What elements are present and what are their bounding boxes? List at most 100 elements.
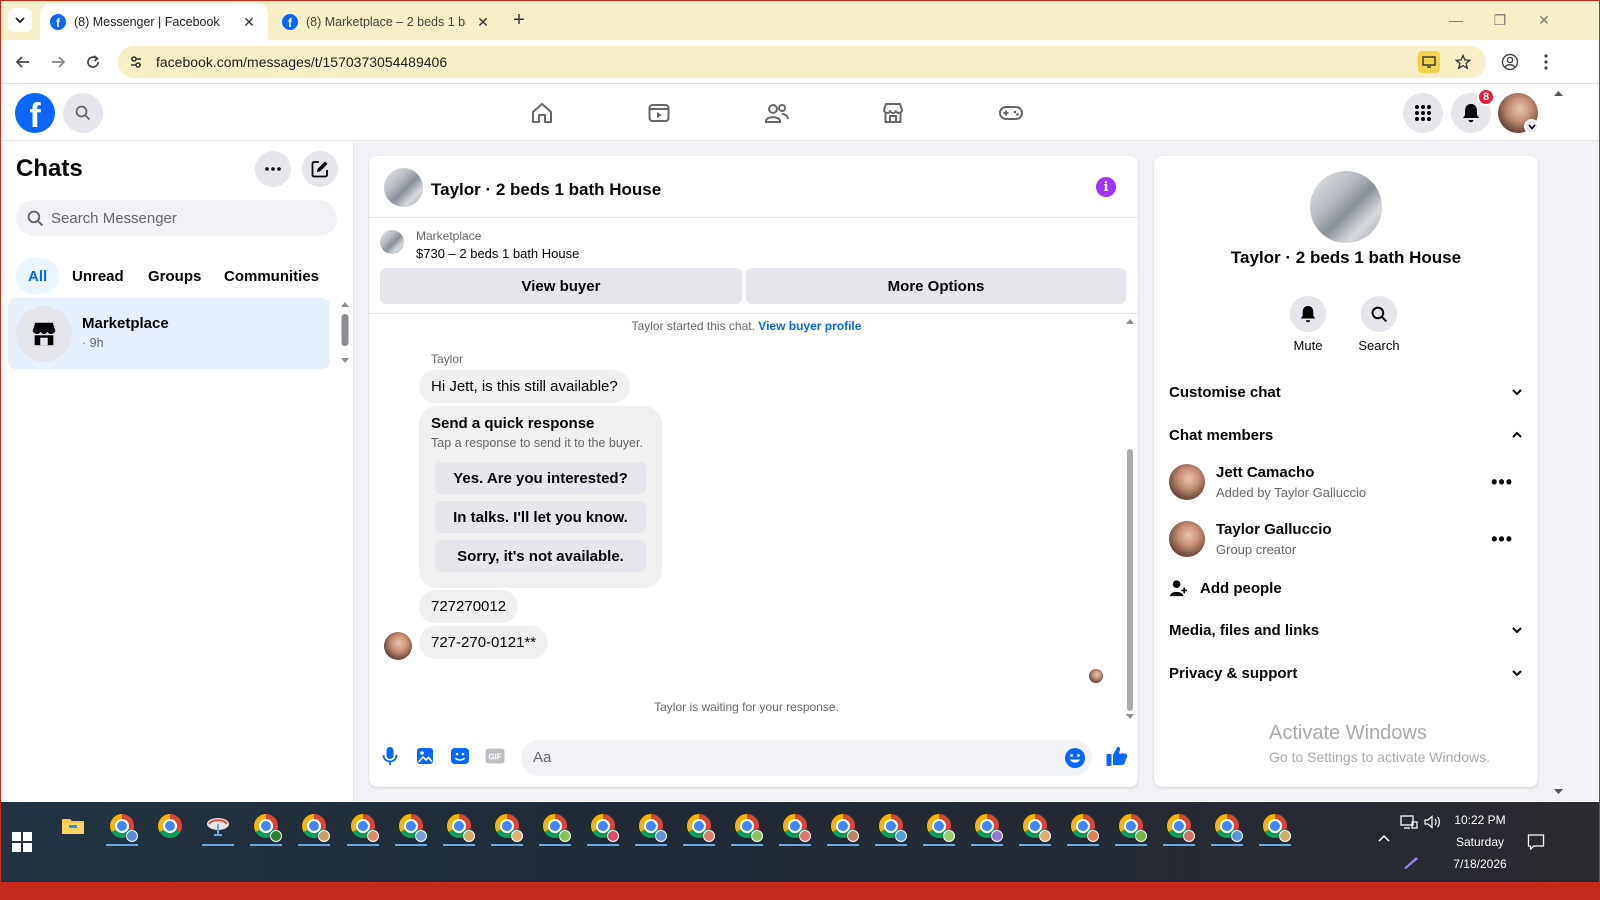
chrome-taskbar-icon[interactable] [921, 808, 957, 846]
microphone-icon[interactable] [380, 746, 400, 766]
sender-avatar[interactable] [384, 632, 412, 660]
more-options-button[interactable]: More Options [746, 268, 1126, 304]
message-input[interactable]: Aa [521, 740, 1092, 776]
quick-response-option[interactable]: In talks. I'll let you know. [435, 501, 646, 533]
forward-button[interactable] [44, 48, 72, 76]
account-avatar[interactable] [1498, 93, 1539, 134]
home-icon[interactable] [526, 97, 558, 129]
marketplace-icon[interactable] [877, 97, 909, 129]
filter-communities[interactable]: Communities [212, 258, 331, 294]
conversation-title[interactable]: Taylor · 2 beds 1 bath House [431, 180, 661, 200]
quick-response-option[interactable]: Yes. Are you interested? [435, 462, 646, 494]
browser-menu-button[interactable] [1532, 48, 1560, 76]
clock-date[interactable]: 7/18/2026 [1444, 857, 1516, 871]
emoji-icon[interactable] [1064, 747, 1086, 769]
clock-time[interactable]: 10:22 PM [1444, 813, 1516, 827]
listing-price[interactable]: $730 – 2 beds 1 bath House [416, 246, 579, 261]
restore-button[interactable]: ❐ [1478, 6, 1522, 34]
new-message-button[interactable] [302, 151, 338, 187]
quick-response-option[interactable]: Sorry, it's not available. [435, 540, 646, 572]
chrome-taskbar-icon[interactable] [393, 808, 429, 846]
facebook-search-button[interactable] [63, 93, 103, 133]
media-files-links-section[interactable]: Media, files and links [1169, 610, 1523, 650]
message-bubble[interactable]: Hi Jett, is this still available? [419, 370, 630, 403]
listing-avatar[interactable] [384, 168, 423, 207]
friends-icon[interactable] [761, 97, 793, 129]
volume-icon[interactable] [1424, 814, 1442, 832]
chrome-taskbar-icon[interactable] [825, 808, 861, 846]
message-bubble[interactable]: 727270012 [419, 590, 519, 623]
search-messenger-input[interactable]: Search Messenger [16, 200, 337, 236]
sticker-icon[interactable] [450, 746, 470, 766]
chrome-taskbar-icon[interactable] [585, 808, 621, 846]
message-scrollbar[interactable] [1124, 314, 1136, 724]
like-thumbs-up-icon[interactable] [1105, 744, 1129, 768]
tab-search-button[interactable] [8, 8, 32, 32]
chrome-taskbar-icon[interactable] [489, 808, 525, 846]
privacy-support-section[interactable]: Privacy & support [1169, 653, 1523, 693]
video-icon[interactable] [643, 97, 675, 129]
chrome-taskbar-icon[interactable] [441, 808, 477, 846]
tab-marketplace[interactable]: f (8) Marketplace – 2 beds 1 bath House … [272, 4, 502, 40]
chrome-taskbar-icon[interactable] [1017, 808, 1053, 846]
chrome-taskbar-icon[interactable] [1161, 808, 1197, 846]
chrome-taskbar-icon[interactable] [104, 808, 140, 846]
chrome-taskbar-icon[interactable] [777, 808, 813, 846]
chat-members-section[interactable]: Chat members [1169, 415, 1523, 455]
minimize-button[interactable]: — [1434, 6, 1478, 34]
tab-messenger[interactable]: f (8) Messenger | Facebook ✕ [40, 4, 268, 40]
chrome-taskbar-icon[interactable] [873, 808, 909, 846]
page-scrollbar[interactable] [1551, 86, 1566, 801]
close-tab-icon[interactable]: ✕ [474, 14, 492, 31]
chrome-taskbar-icon[interactable] [152, 808, 188, 844]
chrome-taskbar-icon[interactable] [969, 808, 1005, 846]
message-bubble[interactable]: 727-270-0121** [419, 626, 549, 659]
install-app-icon[interactable] [1418, 51, 1440, 73]
bookmark-star-icon[interactable] [1452, 51, 1474, 73]
app-taskbar-icon[interactable] [200, 808, 236, 846]
search-in-conversation-button[interactable]: Search [1349, 296, 1409, 353]
chrome-taskbar-icon[interactable] [1065, 808, 1101, 846]
chrome-taskbar-icon[interactable] [1113, 808, 1149, 846]
notification-center-icon[interactable] [1527, 833, 1547, 853]
chrome-taskbar-icon[interactable] [345, 808, 381, 846]
chat-list-scrollbar[interactable] [339, 298, 351, 368]
chat-member-row[interactable]: Jett Camacho Added by Taylor Galluccio •… [1169, 460, 1523, 508]
chrome-taskbar-icon[interactable] [296, 808, 332, 846]
add-people-button[interactable]: Add people [1169, 576, 1282, 600]
chrome-taskbar-icon[interactable] [1257, 808, 1293, 846]
chrome-taskbar-icon[interactable] [681, 808, 717, 846]
filter-unread[interactable]: Unread [60, 258, 136, 294]
listing-photo[interactable] [1310, 171, 1382, 243]
clock-day[interactable]: Saturday [1444, 835, 1516, 849]
member-options-icon[interactable]: ••• [1491, 472, 1513, 493]
close-tab-icon[interactable]: ✕ [240, 14, 258, 31]
chat-member-row[interactable]: Taylor Galluccio Group creator ••• [1169, 517, 1523, 565]
back-button[interactable] [9, 48, 37, 76]
windows-start-icon[interactable] [12, 832, 34, 854]
gif-icon[interactable]: GIF [485, 746, 505, 766]
customise-chat-section[interactable]: Customise chat [1169, 372, 1523, 412]
menu-grid-button[interactable] [1403, 93, 1443, 133]
profile-button[interactable] [1496, 48, 1524, 76]
pen-icon[interactable] [1402, 854, 1420, 872]
reload-button[interactable] [79, 48, 107, 76]
chats-options-button[interactable] [255, 151, 291, 187]
chrome-taskbar-icon[interactable] [633, 808, 669, 846]
filter-all[interactable]: All [16, 258, 60, 294]
network-icon[interactable] [1400, 814, 1418, 832]
new-tab-button[interactable]: + [507, 8, 531, 32]
mute-button[interactable]: Mute [1278, 296, 1338, 353]
filter-groups[interactable]: Groups [136, 258, 213, 294]
close-window-button[interactable]: ✕ [1522, 6, 1566, 34]
chrome-taskbar-icon[interactable] [248, 808, 284, 846]
member-options-icon[interactable]: ••• [1491, 529, 1513, 550]
file-explorer-icon[interactable] [55, 808, 91, 844]
conversation-info-icon[interactable]: i [1096, 177, 1116, 197]
view-buyer-button[interactable]: View buyer [380, 268, 742, 304]
photo-icon[interactable] [415, 746, 435, 766]
facebook-logo-icon[interactable]: f [15, 93, 55, 133]
view-buyer-profile-link[interactable]: View buyer profile [758, 319, 861, 333]
chrome-taskbar-icon[interactable] [1209, 808, 1245, 846]
chat-list-item-marketplace[interactable]: Marketplace · 9h [8, 298, 330, 369]
